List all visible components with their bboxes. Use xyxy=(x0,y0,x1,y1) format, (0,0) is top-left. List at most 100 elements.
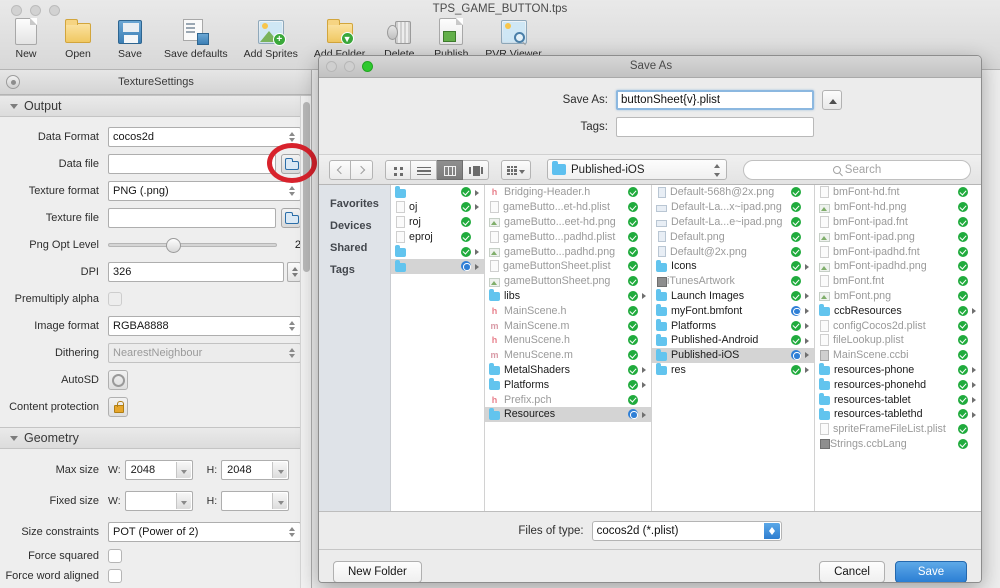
toolbar-save-button[interactable]: Save xyxy=(104,18,156,70)
file-row[interactable]: bmFont.png xyxy=(815,289,981,304)
file-row[interactable]: configCocos2d.plist xyxy=(815,318,981,333)
toolbar-add-sprites-button[interactable]: + Add Sprites xyxy=(236,18,306,70)
file-row[interactable]: gameButto...et-hd.plist xyxy=(485,200,651,215)
file-row[interactable]: Launch Images xyxy=(652,289,814,304)
back-button[interactable] xyxy=(329,159,351,180)
file-row[interactable]: bmFont-ipad.png xyxy=(815,229,981,244)
file-row[interactable] xyxy=(391,244,484,259)
file-row[interactable]: m MainScene.m xyxy=(485,318,651,333)
file-row[interactable]: myFont.bmfont xyxy=(652,303,814,318)
file-row[interactable]: gameButto...padhd.plist xyxy=(485,229,651,244)
tags-input[interactable] xyxy=(616,117,814,137)
max-size-h-input[interactable]: 2048 xyxy=(221,459,290,480)
file-row[interactable]: MetalShaders xyxy=(485,363,651,378)
sidebar-item-tags[interactable]: Tags xyxy=(319,259,390,281)
size-constraints-select[interactable]: POT (Power of 2) xyxy=(108,521,301,542)
sidebar-item-shared[interactable]: Shared xyxy=(319,237,390,259)
file-row[interactable]: gameButtonSheet.plist xyxy=(485,259,651,274)
file-row[interactable]: bmFont.fnt xyxy=(815,274,981,289)
file-column-3[interactable]: bmFont-hd.fnt bmFont-hd.png bmFont-ipad.fn… xyxy=(815,185,981,511)
view-coverflow-button[interactable] xyxy=(463,159,489,180)
file-row[interactable]: Default-La...x~ipad.png xyxy=(652,200,814,215)
data-format-select[interactable]: cocos2d xyxy=(108,126,301,147)
dithering-select[interactable]: NearestNeighbour xyxy=(108,342,301,363)
file-row[interactable]: bmFont-hd.png xyxy=(815,200,981,215)
file-row[interactable]: h Bridging-Header.h xyxy=(485,185,651,200)
file-column-2[interactable]: Default-568h@2x.png Default-La...x~ipad.p… xyxy=(652,185,815,511)
fixed-size-w-input[interactable] xyxy=(124,490,193,511)
file-row[interactable]: gameButto...padhd.png xyxy=(485,244,651,259)
settings-scrollbar-thumb[interactable] xyxy=(303,102,310,272)
file-row[interactable]: m MenuScene.m xyxy=(485,348,651,363)
file-column-0[interactable]: oj roj eproj xyxy=(391,185,485,511)
save-as-input[interactable]: buttonSheet{v}.plist xyxy=(616,90,814,110)
file-row[interactable]: fileLookup.plist xyxy=(815,333,981,348)
png-opt-level-slider[interactable] xyxy=(108,237,277,253)
file-row[interactable]: gameButto...eet-hd.png xyxy=(485,215,651,230)
premultiply-alpha-checkbox[interactable] xyxy=(108,291,122,306)
data-file-browse-button[interactable] xyxy=(281,153,301,174)
file-row[interactable] xyxy=(391,185,484,200)
file-row[interactable]: iTunesArtwork xyxy=(652,274,814,289)
file-row[interactable]: roj xyxy=(391,215,484,230)
file-row[interactable]: ccbResources xyxy=(815,303,981,318)
file-row[interactable]: Published-iOS xyxy=(652,347,814,363)
max-size-w-input[interactable]: 2048 xyxy=(124,459,193,480)
sidebar-item-devices[interactable]: Devices xyxy=(319,215,390,237)
files-of-type-select[interactable]: cocos2d (*.plist) xyxy=(591,520,782,541)
autosd-button[interactable] xyxy=(108,369,128,390)
file-row[interactable]: spriteFrameFileList.plist xyxy=(815,422,981,437)
file-row[interactable]: resources-tablet xyxy=(815,392,981,407)
search-input[interactable]: Search xyxy=(743,159,971,180)
file-row[interactable]: Default-568h@2x.png xyxy=(652,185,814,200)
texture-format-select[interactable]: PNG (.png) xyxy=(108,180,301,201)
file-row[interactable]: Platforms xyxy=(485,377,651,392)
cancel-button[interactable]: Cancel xyxy=(819,561,885,582)
dpi-input[interactable]: 326 xyxy=(108,261,284,282)
file-row[interactable]: oj xyxy=(391,200,484,215)
file-row[interactable]: res xyxy=(652,363,814,378)
file-row[interactable]: resources-phone xyxy=(815,363,981,378)
group-header-output[interactable]: Output xyxy=(0,95,311,117)
slider-knob[interactable] xyxy=(165,237,181,253)
file-row[interactable]: h MainScene.h xyxy=(485,303,651,318)
toolbar-open-button[interactable]: Open xyxy=(52,18,104,70)
file-row[interactable]: Default.png xyxy=(652,229,814,244)
view-list-button[interactable] xyxy=(411,159,437,180)
file-row[interactable]: Resources xyxy=(485,406,651,422)
file-row[interactable]: libs xyxy=(485,289,651,304)
content-protection-button[interactable] xyxy=(108,396,128,417)
file-row[interactable] xyxy=(391,258,484,274)
image-format-select[interactable]: RGBA8888 xyxy=(108,315,301,336)
sidebar-item-favorites[interactable]: Favorites xyxy=(319,193,390,215)
view-icon-button[interactable] xyxy=(385,159,411,180)
force-squared-checkbox[interactable] xyxy=(108,549,122,563)
texture-file-browse-button[interactable] xyxy=(281,207,301,228)
dpi-stepper[interactable] xyxy=(287,261,301,282)
arrange-by-button[interactable] xyxy=(501,159,531,180)
path-popup-button[interactable]: Published-iOS xyxy=(547,159,727,180)
file-row[interactable]: bmFont-hd.fnt xyxy=(815,185,981,200)
file-row[interactable]: resources-phonehd xyxy=(815,377,981,392)
settings-scrollbar[interactable] xyxy=(300,96,311,588)
new-folder-button[interactable]: New Folder xyxy=(333,561,422,582)
file-row[interactable]: bmFont-ipadhd.fnt xyxy=(815,244,981,259)
save-button[interactable]: Save xyxy=(895,561,967,582)
toolbar-new-button[interactable]: New xyxy=(0,18,52,70)
file-column-1[interactable]: h Bridging-Header.h gameButto...et-hd.plis… xyxy=(485,185,652,511)
file-row[interactable]: Strings.ccbLang xyxy=(815,437,981,452)
file-row[interactable]: Published-Android xyxy=(652,333,814,348)
file-row[interactable]: bmFont-ipad.fnt xyxy=(815,215,981,230)
file-row[interactable]: MainScene.ccbi xyxy=(815,348,981,363)
forward-button[interactable] xyxy=(351,159,373,180)
toolbar-save-defaults-button[interactable]: Save defaults xyxy=(156,18,236,70)
file-row[interactable]: Default-La...e~ipad.png xyxy=(652,215,814,230)
fixed-size-h-input[interactable] xyxy=(221,490,290,511)
file-row[interactable]: gameButtonSheet.png xyxy=(485,274,651,289)
group-header-geometry[interactable]: Geometry xyxy=(0,427,311,449)
file-row[interactable]: Default@2x.png xyxy=(652,244,814,259)
texture-file-input[interactable] xyxy=(108,207,276,228)
file-row[interactable]: eproj xyxy=(391,229,484,244)
file-row[interactable]: resources-tablethd xyxy=(815,407,981,422)
file-row[interactable]: Icons xyxy=(652,259,814,274)
